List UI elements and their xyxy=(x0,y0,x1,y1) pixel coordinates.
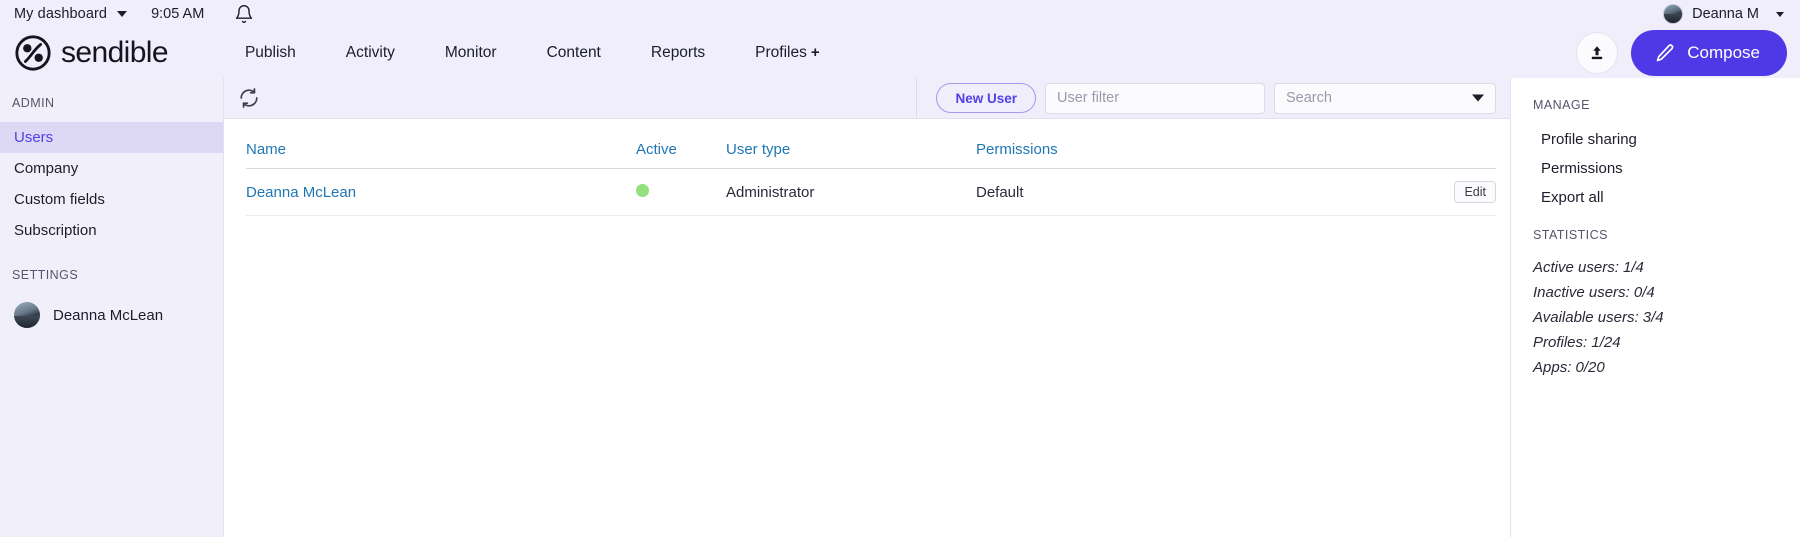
navbar-actions: Compose xyxy=(1576,28,1787,78)
panel-section-manage: MANAGE xyxy=(1533,98,1590,112)
table-header-row: Name Active User type Permissions xyxy=(246,119,1496,169)
refresh-icon xyxy=(240,88,258,108)
cell-user-type: Administrator xyxy=(726,168,976,216)
compose-button[interactable]: Compose xyxy=(1631,30,1787,76)
sidebar-item-label: Company xyxy=(14,160,79,177)
sidebar-item-subscription[interactable]: Subscription xyxy=(0,215,223,246)
brand-name: sendible xyxy=(61,36,169,69)
search-select[interactable]: Search xyxy=(1274,82,1496,114)
new-user-button[interactable]: New User xyxy=(936,83,1036,113)
chevron-down-icon[interactable] xyxy=(1472,94,1484,102)
compose-button-label: Compose xyxy=(1687,43,1760,62)
stat-available-users: Available users: 3/4 xyxy=(1533,309,1664,326)
nav-item-label: Publish xyxy=(244,44,296,61)
nav-item-publish[interactable]: Publish xyxy=(220,44,321,62)
nav-item-label: Reports xyxy=(650,44,706,61)
avatar xyxy=(14,302,40,328)
upload-icon xyxy=(1591,46,1603,60)
users-table-body: Deanna McLean Administrator Default Edit xyxy=(246,168,1496,216)
stat-inactive-users: Inactive users: 0/4 xyxy=(1533,284,1655,301)
toolbar-actions: New User Search xyxy=(916,77,1500,119)
sidebar-item-label: Subscription xyxy=(14,222,97,239)
column-header-actions xyxy=(1416,119,1496,169)
sidebar-user-name: Deanna McLean xyxy=(53,306,164,324)
brand-logo[interactable]: sendible xyxy=(14,34,169,72)
panel-statistics-list: Active users: 1/4 Inactive users: 0/4 Av… xyxy=(1533,255,1782,380)
status-badge xyxy=(636,183,649,197)
refresh-button[interactable] xyxy=(238,87,260,109)
clock-time: 9:05 AM xyxy=(151,6,205,22)
sendible-logo-icon xyxy=(15,35,51,71)
nav-item-label: Monitor xyxy=(444,44,497,61)
pencil-icon xyxy=(1656,44,1674,62)
toolbar-divider xyxy=(916,77,918,119)
users-table-head: Name Active User type Permissions xyxy=(246,119,1496,169)
main-navbar: sendible Publish Activity Monitor Conten… xyxy=(0,28,1800,78)
chevron-down-icon[interactable] xyxy=(117,11,128,17)
dashboard-selector-label[interactable]: My dashboard xyxy=(14,6,107,22)
nav-item-profiles[interactable]: Profiles + xyxy=(730,44,844,62)
sidebar-section-admin: ADMIN xyxy=(12,96,55,110)
panel-item-permissions[interactable]: Permissions xyxy=(1533,154,1782,183)
sidebar-item-custom-fields[interactable]: Custom fields xyxy=(0,184,223,215)
cell-active xyxy=(636,168,726,216)
cell-permissions: Default xyxy=(976,168,1416,216)
main-content: New User Search Name Active User type Pe… xyxy=(224,77,1510,537)
column-header-user-type[interactable]: User type xyxy=(726,119,976,169)
users-table-area: Name Active User type Permissions Deanna… xyxy=(224,119,1510,537)
sidebar-item-users[interactable]: Users xyxy=(0,122,223,153)
panel-item-export-all[interactable]: Export all xyxy=(1533,183,1782,212)
bell-icon[interactable] xyxy=(234,4,254,24)
upload-button[interactable] xyxy=(1576,32,1619,74)
utility-bar-left: My dashboard 9:05 AM xyxy=(14,4,254,24)
right-panel: MANAGE Profile sharing Permissions Expor… xyxy=(1510,78,1800,537)
stat-apps: Apps: 0/20 xyxy=(1533,359,1605,376)
search-select-label: Search xyxy=(1286,90,1332,106)
user-menu-label[interactable]: Deanna M xyxy=(1692,6,1759,22)
utility-bar-user[interactable]: Deanna M xyxy=(1663,0,1784,28)
utility-bar: My dashboard 9:05 AM Deanna M xyxy=(0,0,1800,28)
column-header-permissions[interactable]: Permissions xyxy=(976,119,1416,169)
plus-icon[interactable]: + xyxy=(811,44,820,61)
stat-profiles: Profiles: 1/24 xyxy=(1533,334,1621,351)
table-row[interactable]: Deanna McLean Administrator Default Edit xyxy=(246,168,1496,216)
content-toolbar: New User Search xyxy=(224,77,1510,119)
panel-item-profile-sharing[interactable]: Profile sharing xyxy=(1533,125,1782,154)
cell-name[interactable]: Deanna McLean xyxy=(246,168,636,216)
nav-links: Publish Activity Monitor Content Reports… xyxy=(220,44,845,62)
panel-spacer xyxy=(1533,212,1782,228)
column-header-name[interactable]: Name xyxy=(246,119,636,169)
nav-item-label: Activity xyxy=(345,44,395,61)
nav-item-content[interactable]: Content xyxy=(522,44,626,62)
page-shell: ADMIN Users Company Custom fields Subscr… xyxy=(0,77,1800,537)
users-table: Name Active User type Permissions Deanna… xyxy=(246,119,1496,216)
column-header-active[interactable]: Active xyxy=(636,119,726,169)
sidebar-item-user-profile[interactable]: Deanna McLean xyxy=(0,294,223,336)
sidebar-item-company[interactable]: Company xyxy=(0,153,223,184)
avatar xyxy=(1663,4,1684,24)
cell-actions: Edit xyxy=(1416,168,1496,216)
nav-item-label: Profiles xyxy=(755,44,807,61)
edit-button[interactable]: Edit xyxy=(1454,181,1496,203)
sidebar-section-settings: SETTINGS xyxy=(12,268,79,282)
nav-item-label: Content xyxy=(546,44,601,61)
panel-section-statistics: STATISTICS xyxy=(1533,228,1608,242)
nav-item-reports[interactable]: Reports xyxy=(626,44,730,62)
sidebar-item-label: Custom fields xyxy=(14,191,105,208)
user-name-link[interactable]: Deanna McLean xyxy=(246,184,356,201)
left-sidebar: ADMIN Users Company Custom fields Subscr… xyxy=(0,78,224,537)
user-filter-input[interactable] xyxy=(1045,82,1265,114)
nav-item-activity[interactable]: Activity xyxy=(321,44,420,62)
chevron-down-icon[interactable] xyxy=(1776,11,1784,17)
nav-item-monitor[interactable]: Monitor xyxy=(420,44,522,62)
stat-active-users: Active users: 1/4 xyxy=(1533,259,1644,276)
sidebar-item-label: Users xyxy=(14,129,54,146)
